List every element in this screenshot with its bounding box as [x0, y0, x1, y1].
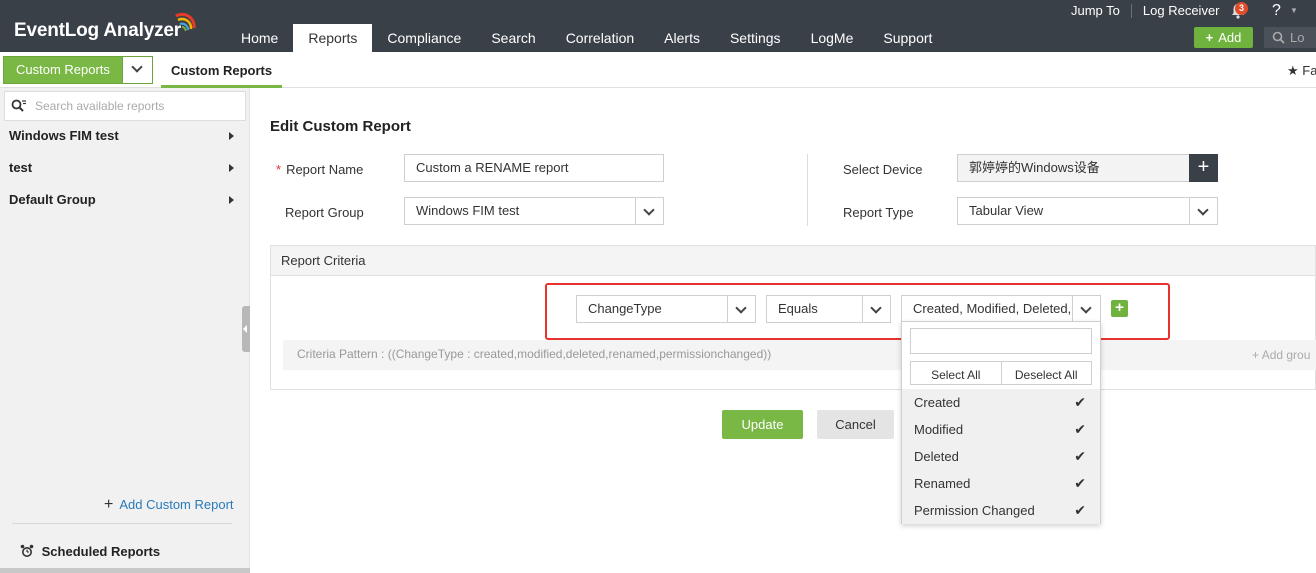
- nav-home[interactable]: Home: [226, 24, 293, 52]
- notification-badge: 3: [1235, 2, 1248, 15]
- dropdown-option-renamed[interactable]: Renamed ✔: [902, 470, 1100, 497]
- dropdown-option-modified[interactable]: Modified ✔: [902, 416, 1100, 443]
- sidebar-divider: [12, 523, 232, 524]
- criteria-value-dropdown: Select All Deselect All Created ✔ Modifie…: [901, 321, 1101, 524]
- add-device-button[interactable]: +: [1189, 154, 1218, 182]
- top-bar: EventLog Analyzer Home Reports Complianc…: [0, 0, 1316, 52]
- sub-bar: Custom Reports Custom Reports ★ Fa: [0, 52, 1316, 88]
- help-icon[interactable]: ?: [1272, 2, 1281, 20]
- criteria-pattern: Criteria Pattern : ((ChangeType : create…: [283, 340, 1316, 370]
- main-nav: Home Reports Compliance Search Correlati…: [226, 24, 947, 52]
- report-group-select[interactable]: Windows FIM test: [404, 197, 664, 225]
- form-column-divider: [807, 154, 808, 226]
- option-label: Renamed: [914, 476, 971, 491]
- nav-search[interactable]: Search: [476, 24, 550, 52]
- group-label: Default Group: [9, 192, 96, 207]
- dropdown-search-input[interactable]: [910, 328, 1092, 354]
- cancel-button[interactable]: Cancel: [817, 410, 894, 439]
- chevron-down-icon[interactable]: [635, 198, 663, 224]
- sidebar-group-default[interactable]: Default Group: [0, 185, 246, 215]
- alarm-clock-icon: [20, 544, 34, 557]
- chevron-right-icon: [229, 132, 234, 140]
- favorites-link[interactable]: ★ Fa: [1287, 63, 1316, 79]
- select-device-label: Select Device: [843, 162, 923, 177]
- global-search-text: Lo: [1290, 30, 1305, 45]
- search-filter-icon: [11, 99, 26, 112]
- select-all-button[interactable]: Select All: [911, 362, 1002, 384]
- report-name-label: * Report Name: [276, 162, 363, 177]
- add-group-link[interactable]: + Add grou: [1252, 348, 1310, 362]
- option-label: Permission Changed: [914, 503, 1035, 518]
- group-label: Windows FIM test: [9, 128, 119, 143]
- nav-reports[interactable]: Reports: [293, 24, 373, 52]
- report-name-input[interactable]: Custom a RENAME report: [404, 154, 664, 182]
- add-custom-report-link[interactable]: + Add Custom Report: [104, 496, 234, 514]
- star-icon: ★: [1287, 63, 1299, 78]
- option-label: Created: [914, 395, 961, 410]
- log-receiver-link[interactable]: Log Receiver: [1132, 4, 1231, 18]
- report-name-label-text: Report Name: [286, 162, 364, 177]
- required-asterisk: *: [276, 162, 282, 177]
- group-label: test: [9, 160, 33, 175]
- custom-reports-dropdown[interactable]: Custom Reports: [3, 56, 153, 84]
- nav-compliance[interactable]: Compliance: [372, 24, 476, 52]
- nav-alerts[interactable]: Alerts: [649, 24, 715, 52]
- report-group-label: Report Group: [285, 205, 364, 220]
- global-search[interactable]: Lo: [1264, 27, 1316, 48]
- nav-correlation[interactable]: Correlation: [551, 24, 649, 52]
- report-group-value: Windows FIM test: [416, 203, 520, 218]
- favorites-label: Fa: [1302, 63, 1316, 78]
- logo-arc-icon: [175, 12, 196, 32]
- report-type-select[interactable]: Tabular View: [957, 197, 1218, 225]
- search-icon: [1272, 31, 1285, 44]
- sidebar-collapse-handle[interactable]: [242, 306, 250, 352]
- nav-logme[interactable]: LogMe: [796, 24, 869, 52]
- chevron-right-icon: [229, 196, 234, 204]
- checkmark-icon: ✔: [1074, 421, 1086, 437]
- app-logo[interactable]: EventLog Analyzer: [14, 12, 199, 46]
- checkmark-icon: ✔: [1074, 448, 1086, 464]
- nav-settings[interactable]: Settings: [715, 24, 796, 52]
- report-search-input[interactable]: [35, 97, 235, 115]
- dropdown-option-permission-changed[interactable]: Permission Changed ✔: [902, 497, 1100, 524]
- report-type-label: Report Type: [843, 205, 914, 220]
- custom-reports-dropdown-label: Custom Reports: [16, 62, 110, 77]
- checkmark-icon: ✔: [1074, 475, 1086, 491]
- option-label: Modified: [914, 422, 964, 437]
- dropdown-option-created[interactable]: Created ✔: [902, 389, 1100, 416]
- sidebar-group-windows-fim-test[interactable]: Windows FIM test: [0, 121, 246, 151]
- plus-icon: +: [104, 496, 114, 513]
- report-search: [4, 91, 246, 121]
- report-type-value: Tabular View: [969, 203, 1044, 218]
- top-links: Jump To Log Receiver: [1060, 0, 1231, 22]
- scheduled-reports-label: Scheduled Reports: [41, 544, 161, 559]
- checkmark-icon: ✔: [1074, 394, 1086, 410]
- logo-text: EventLog Analyzer: [14, 20, 181, 41]
- chevron-down-icon[interactable]: [122, 57, 152, 83]
- help-caret-icon[interactable]: ▼: [1290, 6, 1298, 15]
- add-button-label: Add: [1218, 30, 1242, 45]
- sidebar: Windows FIM test test Default Group + Add…: [0, 88, 250, 573]
- sidebar-bottom-bar: [0, 568, 250, 573]
- add-button[interactable]: + Add: [1194, 27, 1253, 48]
- dropdown-option-deleted[interactable]: Deleted ✔: [902, 443, 1100, 470]
- option-label: Deleted: [914, 449, 959, 464]
- sidebar-group-test[interactable]: test: [0, 153, 246, 183]
- jump-to-link[interactable]: Jump To: [1060, 4, 1132, 18]
- tab-custom-reports[interactable]: Custom Reports: [161, 56, 283, 88]
- select-device-input[interactable]: 郭婷婷的Windows设备: [957, 154, 1190, 182]
- nav-support[interactable]: Support: [868, 24, 947, 52]
- page-title: Edit Custom Report: [270, 118, 411, 135]
- chevron-right-icon: [229, 164, 234, 172]
- scheduled-reports-link[interactable]: Scheduled Reports: [20, 544, 160, 559]
- deselect-all-button[interactable]: Deselect All: [1002, 362, 1092, 384]
- add-custom-report-label: Add Custom Report: [119, 497, 234, 512]
- report-criteria-header: Report Criteria: [271, 246, 1315, 276]
- checkmark-icon: ✔: [1074, 502, 1086, 518]
- dropdown-select-buttons: Select All Deselect All: [910, 361, 1092, 385]
- update-button[interactable]: Update: [722, 410, 803, 439]
- chevron-down-icon[interactable]: [1189, 198, 1217, 224]
- plus-icon: +: [1205, 30, 1214, 45]
- add-group-label: Add grou: [1261, 348, 1311, 362]
